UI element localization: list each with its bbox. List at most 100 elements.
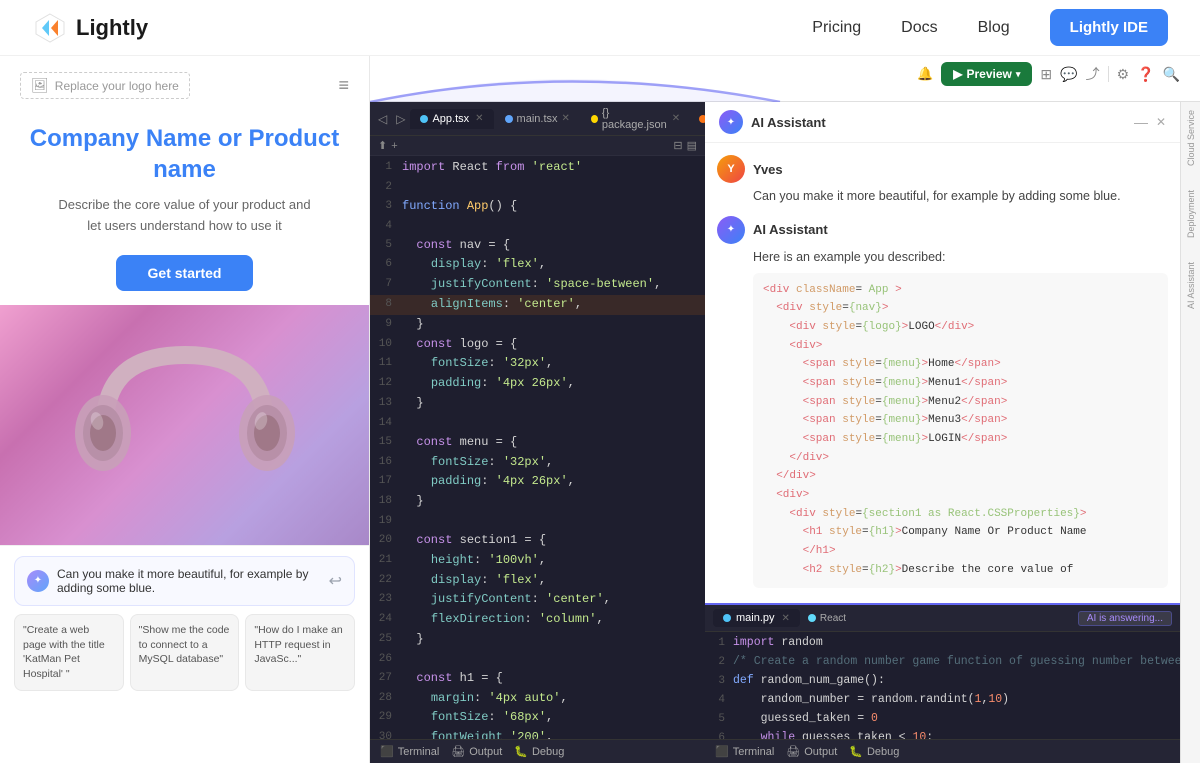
code-line: 17 padding: '4px 26px', [370, 472, 705, 492]
share-icon[interactable]: ⤴ [1086, 64, 1100, 84]
code-line: 6 display: 'flex', [370, 255, 705, 275]
lc-line: 6 while guesses_taken < 10: [705, 729, 1180, 739]
send-icon[interactable]: ↩ [329, 571, 342, 591]
react-badge: React [808, 613, 846, 624]
terminal-icon: ⬛ [380, 745, 394, 758]
tab-app-tsx[interactable]: App.tsx ✕ [410, 109, 493, 129]
output-icon: 🖨 [451, 745, 465, 758]
search-icon[interactable]: 🔍 [1163, 66, 1180, 83]
nav-link-pricing[interactable]: Pricing [812, 19, 861, 37]
user-message-text: Can you make it more beautiful, for exam… [717, 187, 1168, 206]
user-avatar: Y [717, 155, 745, 183]
code-line: 27 const h1 = { [370, 669, 705, 689]
tab-main-tsx[interactable]: main.tsx ✕ [495, 109, 580, 129]
nav-link-blog[interactable]: Blog [978, 19, 1010, 37]
grid-icon[interactable]: ⊞ [1040, 66, 1052, 83]
output-bottom-tab[interactable]: 🖨 Output [786, 745, 837, 758]
terminal-bottom-icon: ⬛ [715, 745, 729, 758]
chat-area: ✦ Can you make it more beautiful, for ex… [0, 545, 369, 614]
toolbar-icon-1[interactable]: 🔔 [917, 66, 933, 82]
ai-response-intro: Here is an example you described: [717, 248, 1168, 267]
ai-response: ✦ AI Assistant Here is an example you de… [717, 216, 1168, 588]
preview-button[interactable]: ▶ Preview ▾ [941, 62, 1032, 86]
deployment-label[interactable]: Deployment [1186, 190, 1196, 238]
ai-chat-icon: ✦ [27, 570, 49, 592]
debug-label: Debug [532, 746, 564, 758]
split-view-icon[interactable]: ⊟ [673, 139, 682, 152]
upload-icon[interactable]: ⬆ [378, 139, 387, 152]
suggestion-chip-2[interactable]: "Show me the code to connect to a MySQL … [130, 614, 240, 691]
chat-input-box[interactable]: ✦ Can you make it more beautiful, for ex… [14, 556, 355, 606]
lc-line: 1import random [705, 634, 1180, 653]
main-py-close[interactable]: ✕ [782, 613, 790, 624]
code-line: 13 } [370, 394, 705, 414]
suggestion-chip-3[interactable]: "How do I make an HTTP request in JavaSc… [245, 614, 355, 691]
sep-1 [1108, 66, 1109, 82]
python-dot [723, 614, 731, 622]
nav-logo[interactable]: Lightly [32, 10, 148, 46]
suggestion-chip-1[interactable]: "Create a web page with the title 'KatMa… [14, 614, 124, 691]
get-started-button[interactable]: Get started [116, 255, 254, 291]
ai-messages-area: Y Yves Can you make it more beautiful, f… [705, 143, 1180, 603]
logo-placeholder[interactable]: 🖼 Replace your logo here [20, 72, 190, 99]
code-content: 1 import React from 'react' 2 3 function… [370, 156, 705, 739]
code-line: 3 function App() { [370, 197, 705, 217]
tab-main-tsx-close[interactable]: ✕ [562, 113, 570, 124]
tab-nav-back[interactable]: ◁ [374, 110, 391, 128]
nav-cta-button[interactable]: Lightly IDE [1050, 9, 1168, 46]
code-line: 15 const menu = { [370, 433, 705, 453]
ai-close-icon[interactable]: ✕ [1156, 115, 1166, 129]
code-line: 5 const nav = { [370, 236, 705, 256]
terminal-bottom-label: Terminal [733, 746, 775, 758]
code-line: 4 [370, 217, 705, 236]
code-line: 22 display: 'flex', [370, 571, 705, 591]
tab-nav-fwd[interactable]: ▷ [392, 110, 409, 128]
logo-placeholder-text: Replace your logo here [55, 79, 179, 93]
hamburger-icon[interactable]: ≡ [338, 75, 349, 96]
ai-bottom-tabs: main.py ✕ React AI is answering... [705, 605, 1180, 632]
code-line: 14 [370, 414, 705, 433]
code-line: 11 fontSize: '32px', [370, 354, 705, 374]
ai-response-avatar: ✦ [717, 216, 745, 244]
settings-icon[interactable]: ⚙ [1117, 66, 1130, 83]
right-sidebar-icons: Cloud Service Deployment AI Assistant [1180, 102, 1200, 763]
tab-package-json-label: {} package.json [602, 107, 668, 131]
code-line: 20 const section1 = { [370, 531, 705, 551]
main-py-tab[interactable]: main.py ✕ [713, 609, 800, 627]
terminal-bottom-tab[interactable]: ⬛ Terminal [715, 745, 774, 758]
tab-app-tsx-close[interactable]: ✕ [475, 113, 483, 124]
tab-package-json[interactable]: {} package.json ✕ [581, 103, 690, 135]
editor-sub-toolbar: ⬆ + ⊟ ▤ [370, 136, 705, 156]
code-line: 8 alignItems: 'center', [370, 295, 705, 315]
preview-label: Preview [966, 67, 1011, 81]
lc-line: 4 random_number = random.randint(1,10) [705, 691, 1180, 710]
headphones-illustration [55, 315, 315, 535]
nav-logo-text: Lightly [76, 15, 148, 41]
ai-panel-title: AI Assistant [751, 115, 826, 130]
output-tab[interactable]: 🖨 Output [451, 745, 502, 758]
nav-link-docs[interactable]: Docs [901, 19, 937, 37]
code-line: 29 fontSize: '68px', [370, 708, 705, 728]
layout-icon[interactable]: ▤ [687, 139, 697, 152]
terminal-tab[interactable]: ⬛ Terminal [380, 745, 439, 758]
user-name: Yves [753, 162, 783, 177]
debug-bottom-tab[interactable]: 🐛 Debug [849, 745, 899, 758]
add-icon[interactable]: + [391, 140, 397, 152]
chat-icon[interactable]: 💬 [1060, 66, 1077, 83]
output-bottom-icon: 🖨 [786, 745, 800, 758]
debug-bottom-label: Debug [867, 746, 899, 758]
cloud-service-label[interactable]: Cloud Service [1186, 110, 1196, 166]
editor-ai-row: ◁ ▷ App.tsx ✕ main.tsx ✕ {} package. [370, 102, 1200, 763]
ai-assistant-label[interactable]: AI Assistant [1186, 262, 1196, 309]
top-arc-area: 🔔 ▶ Preview ▾ ⊞ 💬 ⤴ ⚙ ❓ 🔍 [370, 56, 1200, 102]
lightly-logo-icon [32, 10, 68, 46]
ai-minimize-icon[interactable]: — [1134, 114, 1148, 130]
ai-response-name: AI Assistant [753, 222, 828, 237]
tab-index[interactable]: index [691, 109, 705, 129]
help-icon[interactable]: ❓ [1137, 66, 1154, 83]
tab-package-json-close[interactable]: ✕ [672, 113, 680, 124]
terminal-label: Terminal [398, 746, 440, 758]
code-line: 18 } [370, 492, 705, 512]
ai-assistant-panel: ✦ AI Assistant — ✕ Y Yves Can you make i… [705, 102, 1180, 763]
debug-tab[interactable]: 🐛 Debug [514, 745, 564, 758]
